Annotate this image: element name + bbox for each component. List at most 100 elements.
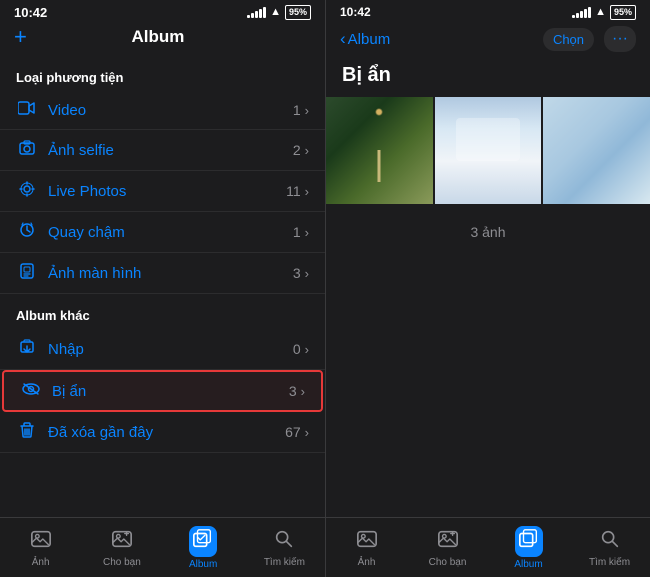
nhap-icon — [16, 339, 38, 359]
live-photos-count: 11 — [286, 183, 301, 199]
chon-button[interactable]: Chọn — [543, 28, 594, 51]
bi-an-chevron: › — [301, 384, 305, 399]
tab-album-right[interactable]: Album — [488, 518, 569, 577]
bi-an-count: 3 — [289, 383, 297, 399]
tab-album-label-left: Album — [189, 559, 217, 570]
tab-tim-kiem-left[interactable]: Tìm kiếm — [244, 518, 325, 577]
right-spacer — [326, 252, 650, 517]
tab-album-label-right: Album — [514, 559, 542, 570]
photo-count-area: 3 ảnh — [326, 212, 650, 252]
left-header: + Album — [0, 22, 325, 56]
tab-tim-kiem-right[interactable]: Tìm kiếm — [569, 518, 650, 577]
da-xoa-chevron: › — [305, 425, 309, 440]
nhap-chevron: › — [305, 342, 309, 357]
add-album-button[interactable]: + — [14, 26, 27, 48]
left-status-icons: ▲ 95% — [247, 5, 311, 20]
section-header-album-khac: Album khác — [0, 294, 325, 329]
photo-count: 3 ảnh — [470, 224, 505, 240]
tab-tim-kiem-label-left: Tìm kiếm — [264, 557, 305, 568]
photo-cell-1[interactable] — [326, 97, 433, 204]
back-button[interactable]: ‹ Album — [340, 29, 390, 49]
right-status-bar: 10:42 ▲ 95% — [326, 0, 650, 22]
video-count: 1 — [293, 102, 301, 118]
left-status-bar: 10:42 ▲ 95% — [0, 0, 325, 22]
quay-cham-count: 1 — [293, 224, 301, 240]
live-photos-label: Live Photos — [48, 183, 286, 200]
video-icon — [16, 101, 38, 119]
signal-bars-right — [572, 7, 591, 18]
selfie-count: 2 — [293, 142, 301, 158]
photos-tab-icon-right — [356, 528, 378, 555]
tab-cho-ban-right[interactable]: Cho bạn — [407, 518, 488, 577]
tab-anh-right[interactable]: Ảnh — [326, 518, 407, 577]
quay-cham-chevron: › — [305, 225, 309, 240]
tab-cho-ban-left[interactable]: Cho bạn — [81, 518, 162, 577]
album-item-anh-man-hinh[interactable]: Ảnh màn hình 3 › — [0, 253, 325, 294]
album-item-quay-cham[interactable]: Quay chậm 1 › — [0, 212, 325, 253]
left-time: 10:42 — [14, 5, 47, 20]
album-item-nhap[interactable]: Nhập 0 › — [0, 329, 325, 370]
quay-cham-label: Quay chậm — [48, 224, 293, 241]
da-xoa-count: 67 — [285, 424, 301, 440]
live-photos-icon — [16, 181, 38, 201]
wifi-icon-left: ▲ — [270, 6, 281, 18]
hidden-icon — [20, 382, 42, 400]
tab-cho-ban-label-right: Cho bạn — [429, 557, 467, 568]
section-header-loai-phuong-tien: Loại phương tiện — [0, 56, 325, 91]
signal-bars-left — [247, 7, 266, 18]
live-photos-chevron: › — [305, 184, 309, 199]
screenshot-icon — [16, 263, 38, 283]
photo-grid — [326, 97, 650, 212]
video-chevron: › — [305, 103, 309, 118]
photo-cell-2[interactable] — [435, 97, 542, 204]
album-item-live-photos[interactable]: Live Photos 11 › — [0, 171, 325, 212]
search-tab-icon-left — [273, 528, 295, 555]
video-label: Video — [48, 102, 293, 119]
left-content: Loại phương tiện Video 1 › Ảnh — [0, 56, 325, 517]
selfie-chevron: › — [305, 143, 309, 158]
back-chevron-icon: ‹ — [340, 29, 346, 49]
screenshot-count: 3 — [293, 265, 301, 281]
back-label: Album — [348, 31, 391, 48]
left-title: Album — [131, 27, 184, 47]
album-tab-icon-left — [189, 526, 217, 557]
bi-an-label: Bị ẩn — [52, 383, 289, 400]
selfie-icon — [16, 140, 38, 160]
right-header: ‹ Album Chọn ··· — [326, 22, 650, 60]
album-item-bi-an[interactable]: Bị ẩn 3 › — [2, 370, 323, 412]
cho-ban-tab-icon-right — [437, 528, 459, 555]
trash-icon — [16, 422, 38, 442]
right-header-actions: Chọn ··· — [543, 26, 636, 52]
album-item-da-xoa[interactable]: Đã xóa gần đây 67 › — [0, 412, 325, 453]
da-xoa-label: Đã xóa gần đây — [48, 424, 285, 441]
tab-album-left[interactable]: Album — [163, 518, 244, 577]
battery-left: 95% — [285, 5, 311, 20]
tab-tim-kiem-label-right: Tìm kiếm — [589, 557, 630, 568]
tab-anh-label-left: Ảnh — [32, 557, 50, 568]
screenshot-chevron: › — [305, 266, 309, 281]
quay-cham-icon — [16, 222, 38, 242]
tab-cho-ban-label-left: Cho bạn — [103, 557, 141, 568]
right-time: 10:42 — [340, 5, 371, 19]
left-tab-bar: Ảnh Cho bạn Album — [0, 517, 325, 577]
search-tab-icon-right — [599, 528, 621, 555]
tab-anh-label-right: Ảnh — [358, 557, 376, 568]
left-panel: 10:42 ▲ 95% + Album Loại phương tiện — [0, 0, 325, 577]
photos-tab-icon-left — [30, 528, 52, 555]
album-item-video[interactable]: Video 1 › — [0, 91, 325, 130]
right-album-title: Bị ẩn — [326, 60, 650, 97]
nhap-count: 0 — [293, 341, 301, 357]
tab-anh-left[interactable]: Ảnh — [0, 518, 81, 577]
right-tab-bar: Ảnh Cho bạn Album — [326, 517, 650, 577]
battery-right: 95% — [610, 5, 636, 20]
cho-ban-tab-icon-left — [111, 528, 133, 555]
album-item-anh-selfie[interactable]: Ảnh selfie 2 › — [0, 130, 325, 171]
right-panel: 10:42 ▲ 95% ‹ Album Chọn ··· Bị ẩn — [325, 0, 650, 577]
nhap-label: Nhập — [48, 341, 293, 358]
more-button[interactable]: ··· — [604, 26, 636, 52]
selfie-label: Ảnh selfie — [48, 142, 293, 159]
screenshot-label: Ảnh màn hình — [48, 265, 293, 282]
right-status-icons: ▲ 95% — [572, 5, 636, 20]
album-tab-icon-right — [515, 526, 543, 557]
photo-cell-3[interactable] — [543, 97, 650, 204]
